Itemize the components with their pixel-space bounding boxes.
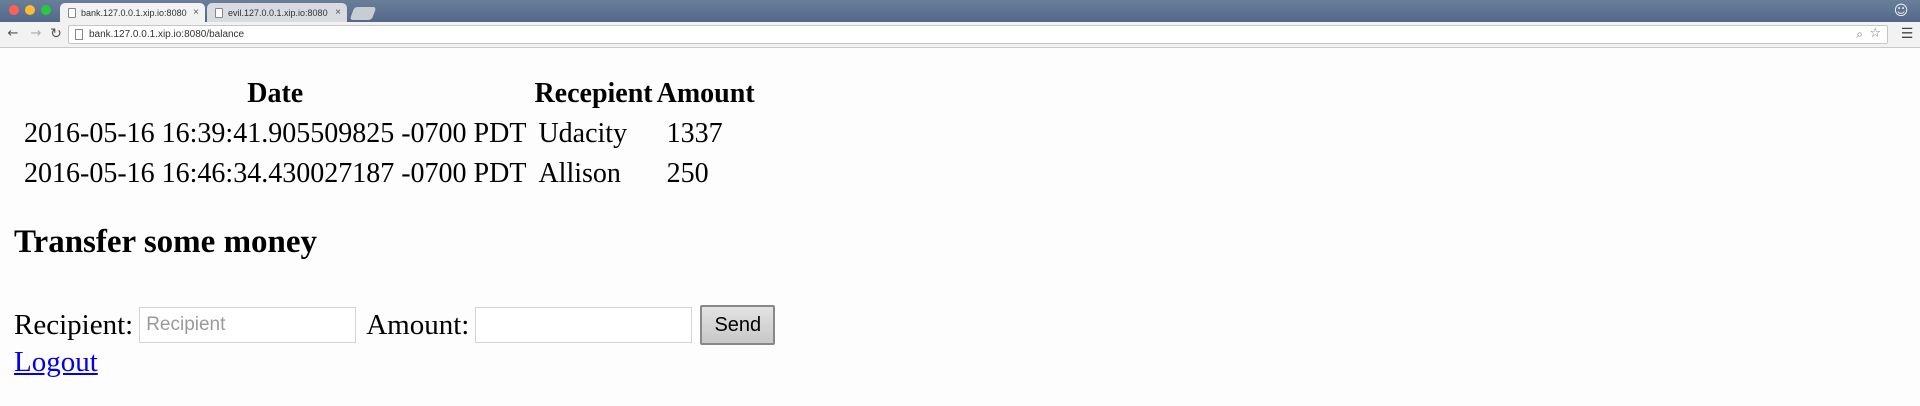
- tab-close-icon[interactable]: ×: [193, 7, 199, 18]
- page-content: Date Recepient Amount 2016-05-16 16:39:4…: [0, 48, 1920, 406]
- date-cell: 2016-05-16 16:39:41.905509825 -0700 PDT: [24, 118, 527, 149]
- bookmark-star-icon[interactable]: ☆: [1869, 26, 1881, 41]
- transactions-table: Date Recepient Amount 2016-05-16 16:39:4…: [16, 70, 759, 198]
- page-icon: [215, 7, 223, 18]
- minimize-window-button[interactable]: [25, 5, 35, 15]
- close-window-button[interactable]: [9, 5, 19, 15]
- address-bar[interactable]: bank.127.0.0.1.xip.io:8080/balance ⌕ ☆: [68, 25, 1888, 44]
- tab-bank[interactable]: bank.127.0.0.1.xip.io:8080 ×: [60, 3, 205, 22]
- recipient-header: Recepient: [534, 78, 653, 109]
- tab-evil[interactable]: evil.127.0.0.1.xip.io:8080 ×: [207, 3, 347, 22]
- amount-cell: 250: [666, 158, 709, 189]
- tab-title: evil.127.0.0.1.xip.io:8080: [228, 7, 328, 18]
- tab-close-icon[interactable]: ×: [335, 7, 341, 18]
- send-button[interactable]: Send: [700, 305, 776, 345]
- forward-arrow-icon[interactable]: →: [28, 26, 44, 42]
- recipient-label: Recipient:: [14, 308, 134, 341]
- recipient-cell: Allison: [538, 158, 621, 189]
- maximize-window-button[interactable]: [41, 5, 51, 15]
- table-header-row: Date Recepient Amount: [20, 78, 755, 110]
- recipient-input[interactable]: [139, 307, 357, 343]
- amount-cell: 1337: [666, 118, 723, 149]
- incognito-profile-icon[interactable]: ☺: [1892, 2, 1910, 20]
- logout-link[interactable]: Logout: [14, 346, 98, 379]
- transfer-form: Recipient: Amount: Send: [14, 304, 776, 346]
- date-header: Date: [247, 78, 304, 109]
- transfer-heading: Transfer some money: [14, 224, 318, 260]
- amount-header: Amount: [656, 78, 755, 109]
- back-arrow-icon[interactable]: ←: [5, 26, 21, 42]
- menu-icon[interactable]: ☰: [1899, 26, 1915, 42]
- browser-toolbar: ← → ↻ bank.127.0.0.1.xip.io:8080/balance…: [0, 22, 1920, 48]
- new-tab-button[interactable]: [349, 7, 377, 20]
- amount-label: Amount:: [366, 308, 470, 341]
- reload-icon[interactable]: ↻: [48, 26, 64, 42]
- page-icon: [68, 7, 76, 18]
- search-icon[interactable]: ⌕: [1856, 27, 1863, 42]
- url-text[interactable]: bank.127.0.0.1.xip.io:8080/balance: [89, 29, 244, 40]
- recipient-cell: Udacity: [538, 118, 628, 149]
- date-cell: 2016-05-16 16:46:34.430027187 -0700 PDT: [24, 158, 527, 189]
- tab-strip: bank.127.0.0.1.xip.io:8080 × evil.127.0.…: [0, 0, 1920, 22]
- page-icon: [75, 29, 83, 40]
- amount-input[interactable]: [475, 307, 693, 343]
- tab-title: bank.127.0.0.1.xip.io:8080: [81, 7, 187, 18]
- table-row: 2016-05-16 16:46:34.430027187 -0700 PDT …: [20, 158, 755, 190]
- table-row: 2016-05-16 16:39:41.905509825 -0700 PDT …: [20, 118, 755, 150]
